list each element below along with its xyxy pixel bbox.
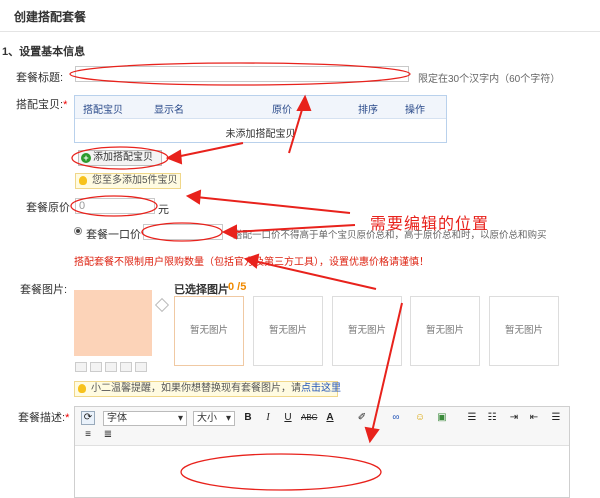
thumbnail-slot[interactable] [105, 362, 117, 372]
underline-button[interactable]: U [281, 411, 295, 425]
page-title: 创建搭配套餐 [14, 10, 87, 24]
image-slot[interactable]: 暂无图片 [253, 296, 323, 366]
divider [0, 31, 600, 32]
image-insert-icon[interactable]: ▣ [435, 411, 449, 425]
font-color-button[interactable]: A [323, 411, 337, 425]
selected-images-label: 已选择图片 [174, 284, 229, 296]
thumbnail-slot[interactable] [120, 362, 132, 372]
indent-icon[interactable]: ⇥ [507, 411, 521, 425]
swap-arrow-icon[interactable] [154, 297, 170, 313]
image-preview [74, 290, 152, 356]
link-icon[interactable]: ∞ [389, 411, 403, 425]
section-heading: 1、设置基本信息 [2, 46, 86, 58]
annotation-arrow [175, 142, 244, 158]
selected-images-count: 0 /5 [228, 281, 247, 293]
align-center-icon[interactable]: ≡ [81, 428, 95, 442]
bold-button[interactable]: B [241, 411, 255, 425]
package-title-input[interactable] [75, 66, 409, 82]
emoticon-icon[interactable]: ☺ [413, 411, 427, 425]
add-item-tip: 您至多添加5件宝贝 [75, 173, 181, 189]
image-slot[interactable]: 暂无图片 [174, 296, 244, 366]
original-price-input[interactable] [75, 198, 155, 214]
thumbnail-slot[interactable] [90, 362, 102, 372]
fixed-price-input[interactable] [143, 224, 223, 240]
outdent-icon[interactable]: ⇤ [527, 411, 541, 425]
image-slot[interactable]: 暂无图片 [410, 296, 480, 366]
table-header-cell: 操作 [405, 105, 425, 116]
annotation-arrowhead [185, 189, 202, 205]
table-header-cell: 搭配宝贝 [83, 105, 123, 116]
font-size-select[interactable]: 大小 ▾ [193, 411, 235, 426]
images-label: 套餐图片: [20, 284, 68, 296]
lightbulb-icon [79, 176, 87, 185]
annotation-arrowhead [165, 149, 183, 165]
description-label: 套餐描述:* [18, 412, 70, 424]
table-header-cell: 显示名 [154, 105, 184, 116]
description-editor[interactable]: ⟳ 字体 ▾ 大小 ▾ B I U ABC A ✐ ∞ ☺ ▣ ☰ ☷ ⇥ ⇤ ☰ … [74, 406, 570, 498]
editor-toolbar: ⟳ 字体 ▾ 大小 ▾ B I U ABC A ✐ ∞ ☺ ▣ ☰ ☷ ⇥ ⇤ ☰ … [75, 407, 569, 446]
add-item-label: 添加搭配宝贝 [93, 152, 153, 163]
strikethrough-button[interactable]: ABC [301, 411, 317, 425]
thumbnail-slot[interactable] [75, 362, 87, 372]
font-family-select[interactable]: 字体 ▾ [103, 411, 187, 426]
image-tip-text: 小二温馨提醒，如果你想替换现有套餐图片，请 [91, 383, 301, 394]
align-left-icon[interactable]: ☰ [549, 411, 563, 425]
lightbulb-icon [78, 384, 86, 393]
annotation-arrow [195, 196, 351, 214]
image-slot[interactable]: 暂无图片 [332, 296, 402, 366]
italic-button[interactable]: I [261, 411, 275, 425]
items-table-header: 搭配宝贝 显示名 原价 排序 操作 [75, 96, 446, 119]
unordered-list-icon[interactable]: ☷ [485, 411, 499, 425]
original-price-label: 套餐原价 [26, 202, 70, 214]
add-item-button[interactable]: + 添加搭配宝贝 [78, 150, 162, 166]
image-slot[interactable]: 暂无图片 [489, 296, 559, 366]
items-label: 搭配宝贝:* [16, 99, 68, 111]
package-title-hint: 限定在30个汉字内（60个字符） [418, 74, 561, 85]
image-tip-link[interactable]: 点击这里 [301, 383, 341, 394]
thumbnail-slot[interactable] [135, 362, 147, 372]
package-title-label: 套餐标题: [16, 72, 64, 84]
fixed-price-radio[interactable] [74, 227, 82, 235]
plus-icon: + [81, 153, 91, 163]
source-code-icon[interactable]: ⟳ [81, 411, 95, 425]
original-price-unit: 元 [158, 204, 169, 216]
table-header-cell: 排序 [358, 105, 378, 116]
image-tip: 小二温馨提醒，如果你想替换现有套餐图片，请点击这里 [74, 381, 341, 397]
add-item-tip-text: 您至多添加5件宝贝 [92, 175, 178, 186]
items-table: 搭配宝贝 显示名 原价 排序 操作 未添加搭配宝贝 [74, 95, 447, 143]
fixed-price-label: 套餐一口价* [86, 229, 145, 241]
annotation-callout: 需要编辑的位置 [370, 216, 490, 233]
table-header-cell: 原价 [272, 105, 292, 116]
ordered-list-icon[interactable]: ☰ [465, 411, 479, 425]
warning-text: 搭配套餐不限制用户限购数量（包括官方及第三方工具），设置优惠价格请谨慎！ [74, 257, 429, 268]
align-right-icon[interactable]: ≣ [101, 428, 115, 442]
eraser-icon[interactable]: ✐ [355, 411, 369, 425]
items-empty-text: 未添加搭配宝贝 [225, 129, 296, 140]
